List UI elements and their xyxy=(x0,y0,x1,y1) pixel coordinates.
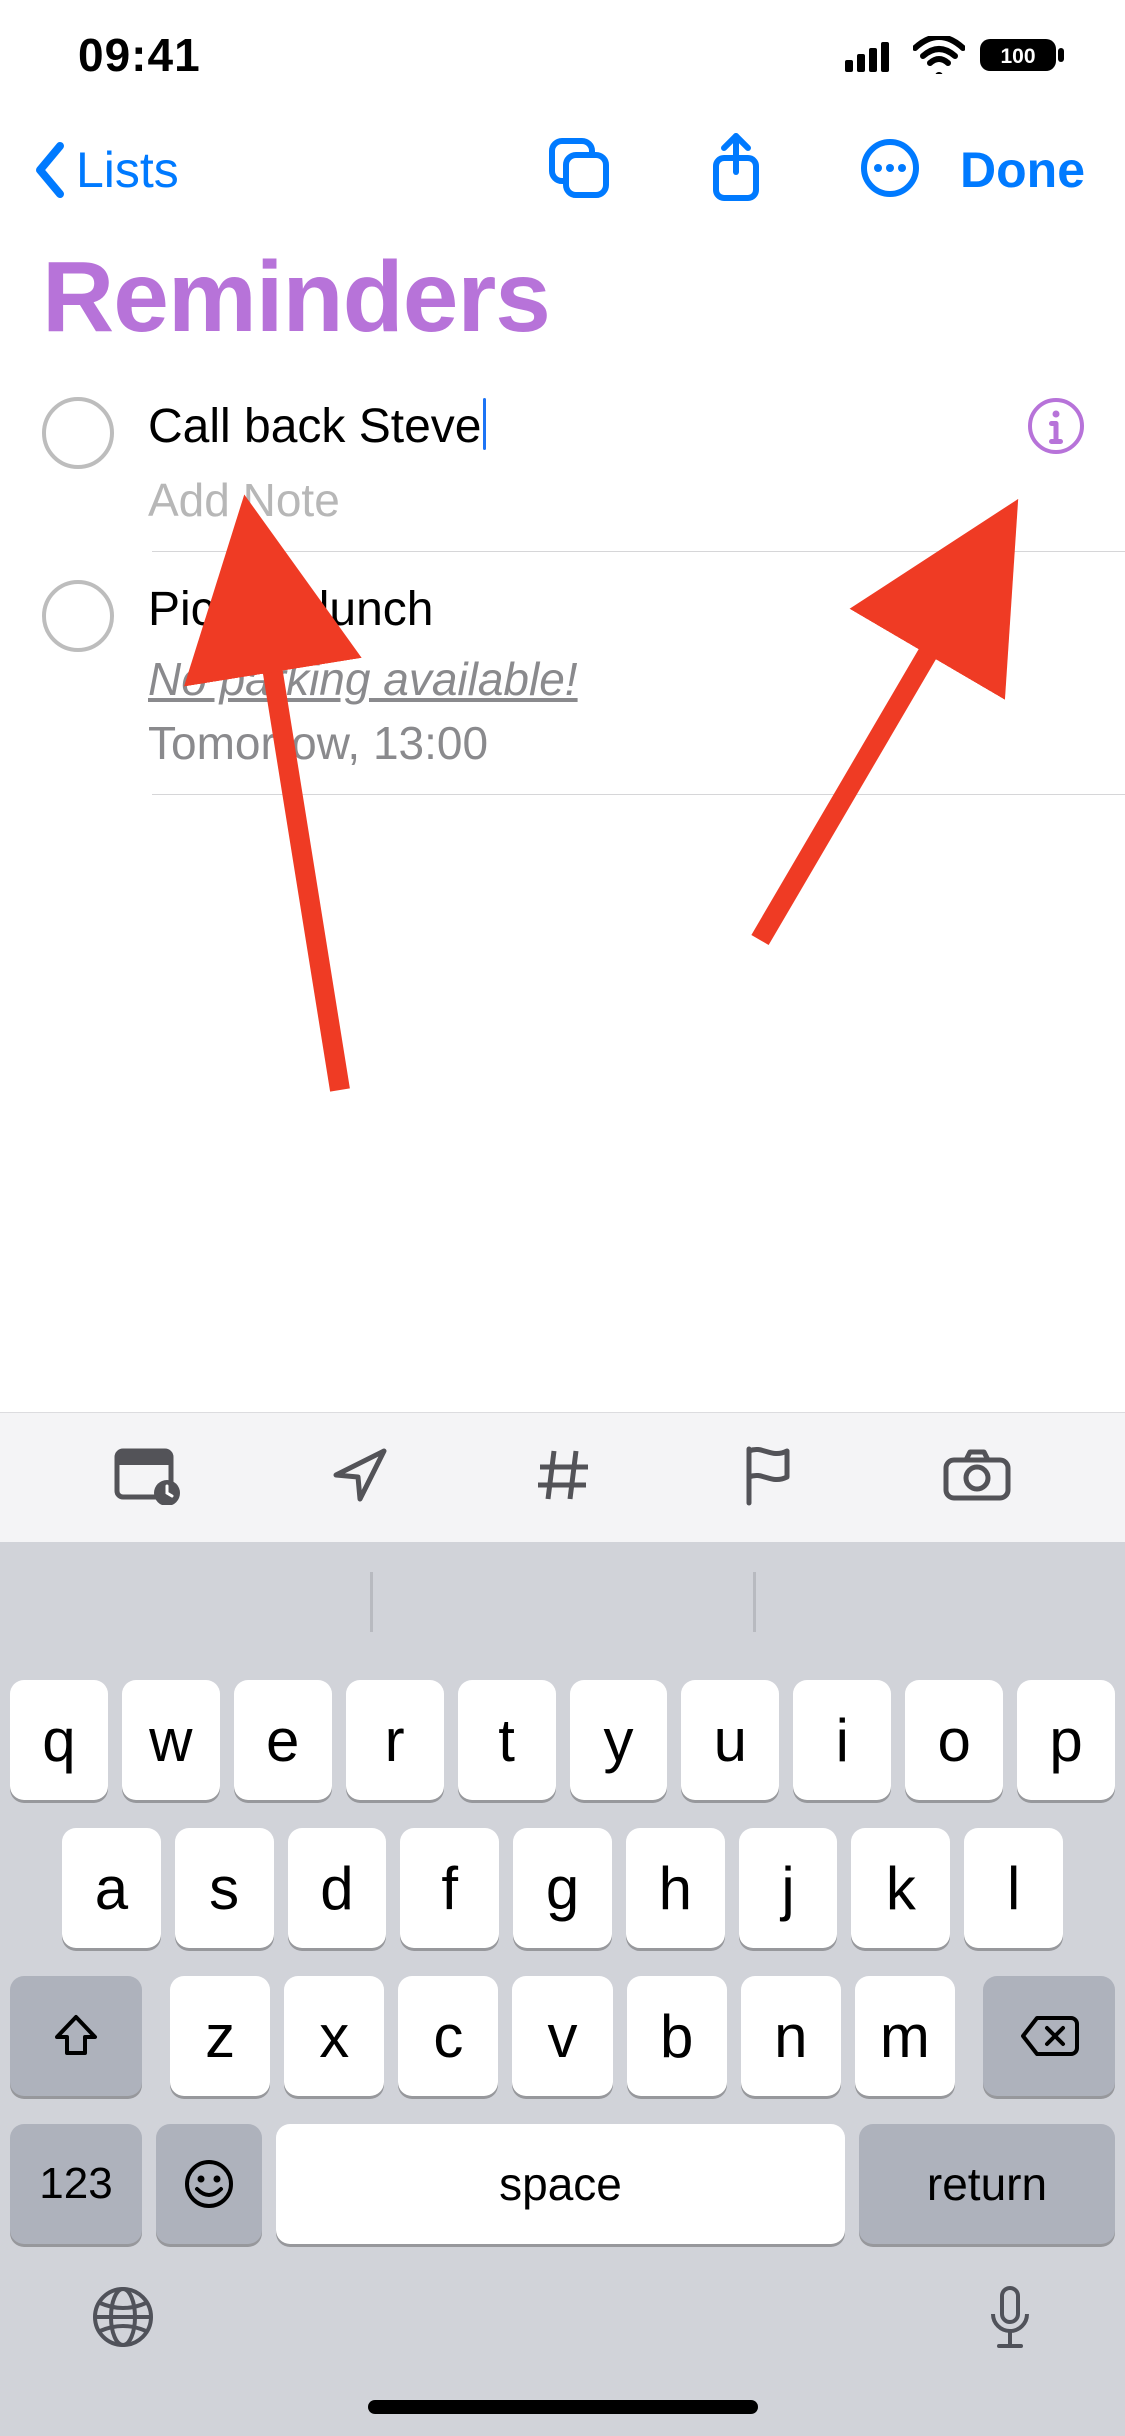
nav-actions xyxy=(546,132,920,209)
key-t[interactable]: t xyxy=(458,1680,556,1800)
key-l[interactable]: l xyxy=(964,1828,1063,1948)
key-c[interactable]: c xyxy=(398,1976,498,2096)
delete-key[interactable] xyxy=(983,1976,1115,2096)
keyboard-suggestions xyxy=(0,1542,1125,1662)
battery-icon: 100 xyxy=(979,36,1065,74)
key-z[interactable]: z xyxy=(170,1976,270,2096)
key-r[interactable]: r xyxy=(346,1680,444,1800)
status-time: 09:41 xyxy=(78,28,201,82)
space-key[interactable]: space xyxy=(276,2124,845,2244)
key-k[interactable]: k xyxy=(851,1828,950,1948)
key-s[interactable]: s xyxy=(175,1828,274,1948)
key-e[interactable]: e xyxy=(234,1680,332,1800)
key-p[interactable]: p xyxy=(1017,1680,1115,1800)
key-h[interactable]: h xyxy=(626,1828,725,1948)
key-o[interactable]: o xyxy=(905,1680,1003,1800)
svg-text:100: 100 xyxy=(1000,45,1035,68)
reminder-title[interactable]: Pick up lunch xyxy=(148,580,1009,640)
complete-toggle[interactable] xyxy=(42,580,114,652)
numbers-key[interactable]: 123 xyxy=(10,2124,142,2244)
keyboard[interactable]: qwertyuiop asdfghjkl zxcvbnm 123 space r… xyxy=(0,1542,1125,2436)
text-cursor xyxy=(483,398,486,450)
key-f[interactable]: f xyxy=(400,1828,499,1948)
keyboard-area: qwertyuiop asdfghjkl zxcvbnm 123 space r… xyxy=(0,1412,1125,2436)
key-u[interactable]: u xyxy=(681,1680,779,1800)
camera-icon-button[interactable] xyxy=(942,1448,1012,1507)
emoji-key[interactable] xyxy=(156,2124,262,2244)
reminder-row[interactable]: Call back Steve Add Note xyxy=(42,369,1125,551)
cellular-icon xyxy=(845,38,899,72)
reminder-title-input[interactable]: Call back Steve xyxy=(148,397,1009,457)
dictation-key[interactable] xyxy=(985,2284,1035,2363)
status-bar: 09:41 100 xyxy=(0,0,1125,110)
reminder-note[interactable]: No parking available! xyxy=(148,652,1009,706)
navigation-bar: Lists Done xyxy=(0,110,1125,230)
key-g[interactable]: g xyxy=(513,1828,612,1948)
hashtag-icon-button[interactable] xyxy=(536,1445,592,1510)
key-d[interactable]: d xyxy=(288,1828,387,1948)
keyboard-accessory-bar xyxy=(0,1412,1125,1542)
reminders-list: Call back Steve Add Note Pick up lunch N… xyxy=(0,369,1125,795)
key-j[interactable]: j xyxy=(739,1828,838,1948)
window-icon-button[interactable] xyxy=(546,135,612,206)
key-i[interactable]: i xyxy=(793,1680,891,1800)
key-y[interactable]: y xyxy=(570,1680,668,1800)
back-label: Lists xyxy=(76,141,179,199)
key-b[interactable]: b xyxy=(627,1976,727,2096)
return-key[interactable]: return xyxy=(859,2124,1115,2244)
status-indicators: 100 xyxy=(845,36,1065,74)
done-button[interactable]: Done xyxy=(960,141,1085,199)
more-icon-button[interactable] xyxy=(860,138,920,203)
key-m[interactable]: m xyxy=(855,1976,955,2096)
reminder-row[interactable]: Pick up lunch No parking available! Tomo… xyxy=(42,552,1125,794)
key-a[interactable]: a xyxy=(62,1828,161,1948)
key-w[interactable]: w xyxy=(122,1680,220,1800)
reminder-due: Tomorrow, 13:00 xyxy=(148,716,1009,770)
key-q[interactable]: q xyxy=(10,1680,108,1800)
share-icon-button[interactable] xyxy=(708,132,764,209)
info-icon-button[interactable] xyxy=(1027,397,1085,460)
home-indicator[interactable] xyxy=(368,2400,758,2414)
complete-toggle[interactable] xyxy=(42,397,114,469)
key-v[interactable]: v xyxy=(512,1976,612,2096)
shift-key[interactable] xyxy=(10,1976,142,2096)
page-title: Reminders xyxy=(0,230,1125,369)
wifi-icon xyxy=(913,36,965,74)
row-divider xyxy=(152,794,1125,795)
key-n[interactable]: n xyxy=(741,1976,841,2096)
calendar-icon-button[interactable] xyxy=(113,1445,183,1510)
chevron-left-icon xyxy=(30,140,70,200)
location-icon-button[interactable] xyxy=(330,1445,390,1510)
add-note-placeholder[interactable]: Add Note xyxy=(148,473,1009,527)
key-x[interactable]: x xyxy=(284,1976,384,2096)
back-button[interactable]: Lists xyxy=(30,140,179,200)
globe-key[interactable] xyxy=(90,2284,156,2355)
flag-icon-button[interactable] xyxy=(739,1443,795,1512)
